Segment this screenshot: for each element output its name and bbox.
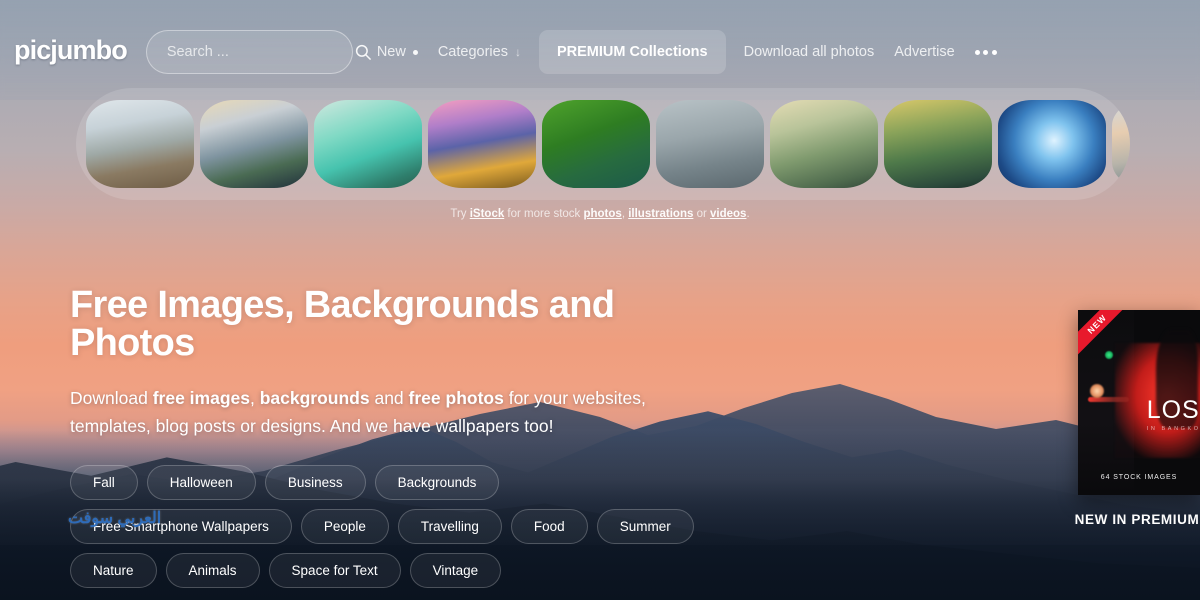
more-horizontal-icon[interactable] — [965, 49, 1007, 55]
istock-promo-line: Try iStock for more stock photos, illust… — [0, 208, 1200, 220]
hero-subtitle-part-0: Download — [70, 388, 153, 408]
category-tag-food[interactable]: Food — [510, 509, 588, 544]
hero-subtitle-part-4: and — [369, 388, 409, 408]
nav-item-download-all-photos-label: Download all photos — [743, 43, 875, 60]
site-logo[interactable]: picjumbo — [14, 30, 128, 70]
nav-item-download-all-photos[interactable]: Download all photos — [734, 45, 885, 60]
promo-title-block: LOST IN BANGKOK — [1146, 396, 1200, 433]
nav-item-advertise[interactable]: Advertise — [884, 45, 964, 60]
nav-item-categories[interactable]: Categories ↓ — [428, 45, 531, 60]
top-navigation-bar: picjumbo New Categories ↓ PREMIUM Collec… — [0, 0, 1200, 100]
hero-copy: Free Images, Backgrounds and Photos Down… — [70, 286, 710, 441]
istock-link[interactable]: iStock — [470, 208, 505, 220]
nav-item-premium-collections-label: PREMIUM Collections — [556, 43, 708, 60]
category-tag-business[interactable]: Business — [264, 465, 366, 500]
istock-mid1: for more stock — [504, 208, 584, 220]
category-tag-halloween[interactable]: Halloween — [146, 465, 256, 500]
hero-subtitle-part-1: free images — [152, 388, 250, 408]
page-title: Free Images, Backgrounds and Photos — [70, 284, 615, 364]
category-tag-free-smartphone-wallpapers[interactable]: Free Smartphone Wallpapers — [70, 509, 292, 544]
category-tag-fall[interactable]: Fall — [70, 465, 138, 500]
search-icon[interactable] — [354, 43, 372, 61]
istock-suffix: . — [746, 208, 750, 220]
category-tag-space-for-text[interactable]: Space for Text — [268, 553, 401, 588]
category-tag-summer[interactable]: Summer — [596, 509, 694, 544]
promo-green-signal-light — [1104, 350, 1113, 359]
promo-cover-image[interactable]: NEW LOST IN BANGKOK 64 STOCK IMAGES — [1078, 310, 1200, 495]
category-tag-backgrounds[interactable]: Backgrounds — [374, 465, 500, 500]
nav-item-advertise-label: Advertise — [894, 43, 955, 60]
carousel-thumbnail-green-valley-river-sunrise[interactable] — [770, 100, 878, 188]
hero-subtitle-part-3: backgrounds — [259, 388, 370, 408]
carousel-thumbnail-waterfall-person-red-jacket[interactable] — [656, 100, 764, 188]
hero-subtitle-part-2: , — [249, 388, 260, 408]
category-tag-list: Fall Halloween Business Backgrounds Free Sma… — [70, 465, 710, 588]
search-box[interactable] — [145, 30, 371, 74]
carousel-thumbnail-blue-ice-cave-tunnel[interactable] — [998, 100, 1106, 188]
hero-subtitle: Download free images, backgrounds and fr… — [70, 384, 710, 441]
carousel-thumbnail-turquoise-tropical-bay[interactable] — [314, 100, 422, 188]
nav-item-new-label: New — [376, 43, 406, 60]
featured-photo-carousel[interactable] — [76, 88, 1130, 200]
category-tag-people[interactable]: People — [300, 509, 389, 544]
istock-videos-link[interactable]: videos — [710, 208, 746, 220]
istock-illustrations-link[interactable]: illustrations — [628, 208, 693, 220]
istock-photos-link[interactable]: photos — [583, 208, 621, 220]
promo-title: LOST — [1146, 396, 1200, 424]
carousel-thumbnail-iceland-mountain-lake[interactable] — [200, 100, 308, 188]
carousel-thumbnail-hiker-on-rock-mountains[interactable] — [86, 100, 194, 188]
picjumbo-homepage: picjumbo New Categories ↓ PREMIUM Collec… — [0, 0, 1200, 600]
nav-item-categories-label: Categories — [437, 43, 508, 60]
hero-subtitle-part-5: free photos — [408, 388, 504, 408]
nav-links: New Categories ↓ PREMIUM Collections Dow… — [367, 30, 1007, 74]
carousel-thumbnail-aerial-green-forest-river[interactable] — [542, 100, 650, 188]
premium-promo-card[interactable]: NEW LOST IN BANGKOK 64 STOCK IMAGES NEW … — [1075, 310, 1200, 527]
search-input[interactable] — [166, 44, 354, 60]
promo-stock-count: 64 STOCK IMAGES — [1100, 474, 1178, 481]
istock-mid3: or — [693, 208, 711, 220]
promo-tagline: IN BANGKOK — [1146, 426, 1200, 432]
promo-label: NEW IN PREMIUM — [1074, 512, 1200, 527]
chevron-down-icon: ↓ — [514, 45, 521, 59]
category-tag-animals[interactable]: Animals — [165, 553, 260, 588]
carousel-thumbnail-pink-sunset-maroon-bells[interactable] — [428, 100, 536, 188]
category-tag-travelling[interactable]: Travelling — [397, 509, 502, 544]
nav-item-new[interactable]: New — [367, 45, 428, 60]
new-dot-badge-icon — [412, 49, 418, 55]
carousel-thumbnail-autumn-forest-lake-reflection[interactable] — [884, 100, 992, 188]
nav-item-premium-collections[interactable]: PREMIUM Collections — [538, 30, 726, 74]
carousel-thumbnail-list — [76, 100, 1130, 188]
category-tag-nature[interactable]: Nature — [70, 553, 157, 588]
category-tag-vintage[interactable]: Vintage — [409, 553, 502, 588]
istock-prefix: Try — [450, 208, 470, 220]
